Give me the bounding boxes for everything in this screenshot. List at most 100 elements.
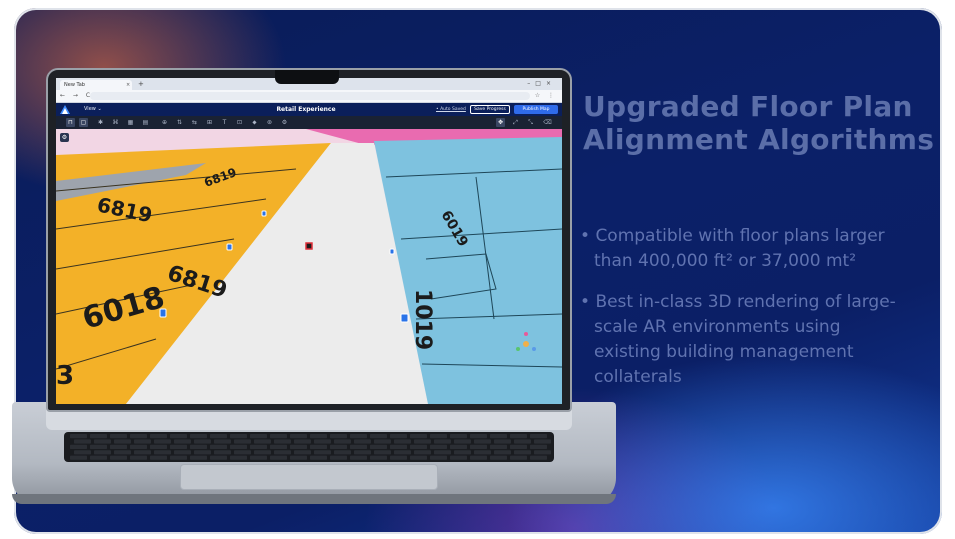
keyboard-key (510, 444, 527, 449)
bullet-floor-plan-size: Compatible with floor plans larger than … (580, 224, 900, 274)
view-menu[interactable]: View ⌄ (84, 103, 102, 116)
keyboard-key (114, 450, 131, 455)
keyboard-key (134, 439, 151, 444)
keyboard-key (414, 439, 431, 444)
browser-tab[interactable]: New Tab (60, 80, 132, 90)
keyboard-key (90, 455, 107, 460)
vertical-align-icon[interactable]: ⇅ (175, 118, 184, 127)
asterisk-tool-icon[interactable]: ✱ (96, 118, 105, 127)
pin-tool-icon[interactable]: ⬥ (250, 118, 259, 127)
keyboard-key (454, 450, 471, 455)
select-tool-icon[interactable]: ⊓ (66, 118, 75, 127)
keyboard-key (290, 455, 307, 460)
move-tool-icon[interactable]: ✥ (496, 118, 505, 127)
keyboard-key (390, 434, 407, 439)
keyboard-key (270, 444, 287, 449)
map-label: 1019 (410, 289, 435, 350)
keyboard-key (110, 434, 127, 439)
publish-map-button[interactable]: Publish Map (514, 105, 558, 114)
keyboard-key (470, 444, 487, 449)
keyboard-key (350, 444, 367, 449)
keyboard-key (370, 444, 387, 449)
beacon-marker[interactable] (400, 313, 409, 323)
keyboard-key (194, 439, 211, 444)
keyboard-keys (70, 434, 551, 460)
keyboard-key (190, 444, 207, 449)
keyboard-key (354, 450, 371, 455)
target-tool-icon[interactable]: ⊛ (265, 118, 274, 127)
project-title: Retail Experience (276, 106, 336, 113)
list-tool-icon[interactable]: ▤ (141, 118, 150, 127)
feature-bullets: Compatible with floor plans larger than … (580, 224, 900, 406)
tab-close-icon[interactable]: × (126, 80, 130, 90)
beacon-marker[interactable] (261, 210, 267, 217)
command-tool-icon[interactable]: ⌘ (111, 118, 120, 127)
keyboard-key (110, 455, 127, 460)
keyboard-key (530, 455, 547, 460)
laptop-base-edge (12, 494, 616, 504)
new-tab-icon[interactable]: + (138, 79, 144, 89)
keyboard-key (90, 444, 107, 449)
settings-tool-icon[interactable]: ⚙ (280, 118, 289, 127)
laptop-screen: New Tab × + –□× ← → C ☆ ⋮ View ⌄ Retail … (56, 78, 562, 404)
map-label: 3 (56, 361, 74, 391)
keyboard-key (310, 455, 327, 460)
collapse-tool-icon[interactable]: ⤡ (526, 118, 535, 127)
keyboard-key (314, 439, 331, 444)
keyboard-key (94, 450, 111, 455)
beacon-marker[interactable] (389, 248, 395, 255)
keyboard-key (534, 439, 551, 444)
keyboard-key (274, 439, 291, 444)
keyboard-key (494, 439, 511, 444)
beacon-marker[interactable] (226, 243, 233, 251)
keyboard-key (290, 434, 307, 439)
keyboard-key (490, 455, 507, 460)
browser-tab-title: New Tab (64, 82, 85, 88)
save-progress-button[interactable]: Save Progress (470, 105, 510, 114)
keyboard-key (290, 444, 307, 449)
keyboard-key (450, 444, 467, 449)
keyboard-key (90, 434, 107, 439)
keyboard-key (130, 455, 147, 460)
selected-node-marker[interactable] (305, 242, 313, 250)
floor-plan-3d-view[interactable]: 6819 6819 6819 6018 1019 6019 3 (56, 129, 562, 404)
keyboard-key (254, 439, 271, 444)
keyboard-key (70, 455, 87, 460)
window-controls[interactable]: –□× (527, 79, 556, 89)
keyboard-key (350, 455, 367, 460)
frame-tool-icon[interactable]: ⊡ (235, 118, 244, 127)
keyboard-key (470, 455, 487, 460)
keyboard-key (394, 450, 411, 455)
table-tool-icon[interactable]: ⊞ (205, 118, 214, 127)
app-logo-icon[interactable] (60, 105, 70, 114)
bullet-3d-rendering: Best in-class 3D rendering of large-scal… (580, 290, 900, 390)
browser-menu-icons[interactable]: ☆ ⋮ (535, 90, 557, 102)
keyboard-key (210, 444, 227, 449)
keyboard-key (94, 439, 111, 444)
rectangle-tool-icon[interactable]: ▢ (79, 118, 88, 127)
keyboard-key (210, 434, 227, 439)
horizontal-align-icon[interactable]: ⇆ (190, 118, 199, 127)
keyboard-key (430, 444, 447, 449)
text-tool-icon[interactable]: T (220, 118, 229, 127)
keyboard-key (454, 439, 471, 444)
keyboard-key (230, 434, 247, 439)
beacon-marker[interactable] (159, 308, 167, 318)
add-point-icon[interactable]: ⊕ (160, 118, 169, 127)
grid-tool-icon[interactable]: ▦ (126, 118, 135, 127)
keyboard-key (230, 444, 247, 449)
keyboard-key (394, 439, 411, 444)
keyboard-key (494, 450, 511, 455)
keyboard-key (450, 455, 467, 460)
map-settings-icon[interactable]: ⚙ (60, 133, 69, 142)
keyboard-key (170, 455, 187, 460)
keyboard-key (134, 450, 151, 455)
keyboard-key (70, 444, 87, 449)
camera-notch (275, 70, 339, 84)
browser-nav-buttons[interactable]: ← → C (60, 90, 93, 102)
expand-tool-icon[interactable]: ⤢ (511, 118, 520, 127)
keyboard-key (70, 434, 87, 439)
url-input[interactable] (90, 92, 530, 100)
keyboard-key (194, 450, 211, 455)
delete-tool-icon[interactable]: ⌫ (543, 118, 552, 127)
